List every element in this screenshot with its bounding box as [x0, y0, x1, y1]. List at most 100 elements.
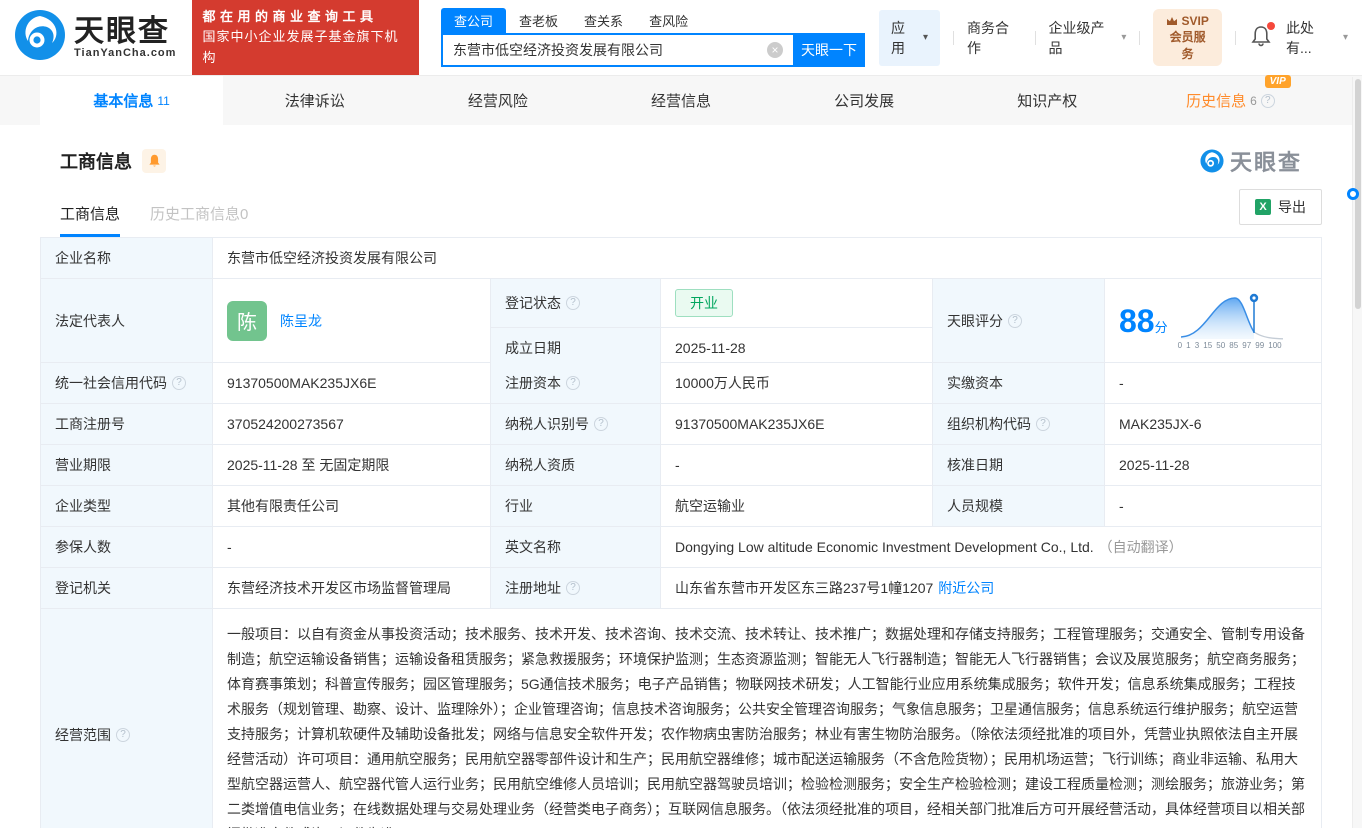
field-label: 企业名称: [41, 238, 213, 278]
divider: [1235, 30, 1236, 45]
tab-legal-litigation[interactable]: 法律诉讼: [223, 76, 406, 125]
clear-icon[interactable]: ×: [767, 42, 784, 58]
nav-enterprise-label: 企业级产品: [1048, 19, 1105, 56]
nav-app-dropdown[interactable]: 应用 ▾: [879, 9, 941, 66]
svip-sublabel: 会员服务: [1169, 30, 1206, 61]
business-scope: 一般项目：以自有资金从事投资活动；技术服务、技术开发、技术咨询、技术交流、技术转…: [227, 626, 1305, 828]
insured-count: -: [213, 527, 491, 567]
company-type: 其他有限责任公司: [213, 486, 491, 526]
field-label: 核准日期: [933, 445, 1105, 485]
table-row: 法定代表人 陈 陈呈龙 登记状态 ? 开业 成立日期 2025-11-28 天眼…: [41, 279, 1321, 368]
subscribe-bell-button[interactable]: [142, 149, 166, 173]
nearby-companies-link[interactable]: 附近公司: [938, 578, 994, 598]
score-distribution-chart: 0 1 3 15 50 85 97 99 100: [1178, 292, 1286, 350]
top-bar: 天眼查 TianYanCha.com 都在用的商业查询工具 国家中小企业发展子基…: [0, 0, 1362, 76]
tab-label: 法律诉讼: [284, 93, 345, 110]
field-label: 成立日期: [491, 328, 661, 368]
search-button[interactable]: 天眼一下: [793, 33, 866, 67]
status-badge: 开业: [675, 289, 733, 317]
user-menu[interactable]: 此处有... ▾: [1286, 18, 1348, 58]
tab-company-development[interactable]: 公司发展: [773, 76, 956, 125]
help-icon[interactable]: ?: [116, 727, 130, 742]
user-menu-label: 此处有...: [1286, 19, 1314, 56]
avatar[interactable]: 陈: [227, 300, 267, 341]
top-right-nav: 应用 ▾ 商务合作 企业级产品 ▾ SVIP 会员服务 此处有... ▾: [879, 9, 1348, 66]
vip-badge: VIP: [1264, 75, 1291, 88]
registered-address-cell: 山东省东营市开发区东三路237号1幢1207 附近公司: [661, 568, 1321, 608]
nav-app-label: 应用: [891, 19, 906, 56]
tianyancha-logo[interactable]: 天眼查 TianYanCha.com: [14, 9, 176, 66]
logo-title: 天眼查: [74, 14, 170, 48]
field-label: 统一社会信用代码 ?: [41, 363, 213, 403]
field-label: 登记机关: [41, 568, 213, 608]
tab-history-info[interactable]: 历史信息 6 ? VIP: [1139, 75, 1322, 125]
tab-operating-risk[interactable]: 经营风险: [406, 76, 589, 125]
help-icon[interactable]: ?: [594, 417, 608, 431]
field-label: 人员规模: [933, 486, 1105, 526]
score-axis-ticks: 0 1 3 15 50 85 97 99 100: [1177, 340, 1282, 350]
svip-label: SVIP: [1181, 14, 1209, 29]
svip-member-button[interactable]: SVIP 会员服务: [1153, 9, 1223, 66]
field-label: 经营范围 ?: [41, 609, 213, 828]
field-label-text: 统一社会信用代码: [55, 375, 167, 391]
field-label: 实缴资本: [933, 363, 1105, 403]
field-label-text: 登记状态: [505, 295, 561, 311]
notification-bell-button[interactable]: [1251, 22, 1275, 50]
field-label: 英文名称: [491, 527, 661, 567]
table-row: 工商注册号 370524200273567 纳税人识别号 ? 91370500M…: [41, 404, 1321, 445]
logo-subtitle: TianYanCha.com: [74, 47, 177, 60]
industry: 航空运输业: [661, 486, 933, 526]
subtab-history-business-info[interactable]: 历史工商信息0: [150, 203, 248, 237]
table-row: 统一社会信用代码 ? 91370500MAK235JX6E 注册资本 ? 100…: [41, 363, 1321, 404]
search-tab-risk[interactable]: 查风险: [636, 8, 701, 33]
help-icon[interactable]: ?: [566, 581, 580, 595]
excel-icon: X: [1255, 199, 1271, 215]
notification-dot: [1267, 22, 1275, 30]
table-row: 登记机关 东营经济技术开发区市场监督管理局 注册地址 ? 山东省东营市开发区东三…: [41, 568, 1321, 609]
subtab-row: 工商信息 历史工商信息0 X 导出: [40, 177, 1322, 237]
legal-rep-cell: 陈 陈呈龙: [213, 279, 491, 362]
help-icon[interactable]: ?: [566, 376, 580, 390]
registration-authority: 东营经济技术开发区市场监督管理局: [213, 568, 491, 608]
credit-code: 91370500MAK235JX6E: [213, 363, 491, 403]
chevron-down-icon: ▾: [923, 32, 929, 43]
field-label: 企业类型: [41, 486, 213, 526]
legal-rep-link[interactable]: 陈呈龙: [280, 311, 322, 331]
search-tab-relation[interactable]: 查关系: [571, 8, 636, 33]
divider: [1034, 30, 1036, 45]
field-label-text: 纳税人识别号: [505, 416, 589, 432]
tab-basic-info[interactable]: 基本信息 11: [40, 76, 224, 125]
help-icon[interactable]: ?: [172, 376, 186, 390]
field-label-text: 组织机构代码: [947, 416, 1031, 432]
auto-translate-note: （自动翻译）: [1098, 539, 1183, 555]
slogan-banner: 都在用的商业查询工具 国家中小企业发展子基金旗下机构: [192, 0, 420, 75]
tianyancha-logo-icon: [14, 9, 66, 66]
nav-business-cooperation[interactable]: 商务合作: [967, 18, 1022, 58]
table-row: 企业类型 其他有限责任公司 行业 航空运输业 人员规模 -: [41, 486, 1321, 527]
search-tab-boss[interactable]: 查老板: [506, 8, 571, 33]
field-label: 纳税人资质: [491, 445, 661, 485]
help-icon[interactable]: ?: [1036, 417, 1050, 431]
table-row: 企业名称 东营市低空经济投资发展有限公司: [41, 238, 1321, 279]
tab-operating-info[interactable]: 经营信息: [589, 76, 772, 125]
table-row: 参保人数 - 英文名称 Dongying Low altitude Econom…: [41, 527, 1321, 568]
help-icon[interactable]: ?: [566, 296, 580, 310]
field-label: 天眼评分 ?: [933, 279, 1105, 362]
search-tab-company[interactable]: 查公司: [441, 8, 507, 33]
floating-widget-dot[interactable]: [1347, 188, 1359, 200]
help-icon[interactable]: ?: [1008, 313, 1022, 328]
nav-enterprise-products[interactable]: 企业级产品 ▾: [1048, 18, 1126, 58]
subtab-business-info[interactable]: 工商信息: [60, 203, 121, 237]
crown-icon: [1167, 17, 1178, 26]
organization-code: MAK235JX-6: [1119, 416, 1202, 432]
chevron-down-icon: ▾: [1121, 32, 1127, 43]
tab-label: 历史信息: [1186, 93, 1247, 110]
field-label: 参保人数: [41, 527, 213, 567]
help-icon[interactable]: ?: [1260, 93, 1275, 108]
field-label: 登记状态 ?: [491, 279, 661, 327]
search-input[interactable]: [441, 33, 794, 67]
export-button[interactable]: X 导出: [1239, 189, 1322, 225]
staff-size: -: [1119, 498, 1124, 514]
tab-intellectual-property[interactable]: 知识产权: [956, 76, 1139, 125]
field-label: 注册地址 ?: [491, 568, 661, 608]
